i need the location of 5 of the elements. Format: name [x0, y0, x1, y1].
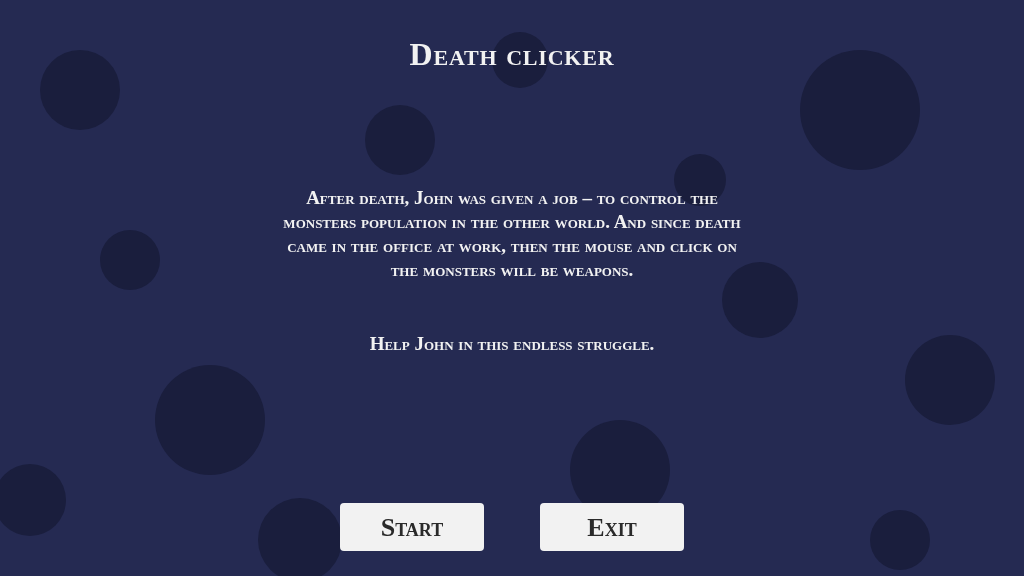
call-to-action-text: Help John in this endless struggle. — [369, 332, 655, 356]
start-button[interactable]: Start — [340, 503, 484, 551]
game-title: Death clicker — [409, 35, 615, 74]
exit-button[interactable]: Exit — [540, 503, 684, 551]
story-text: After death, John was given a job – to control the monsters population in the other world. And since death came in the office at work, then the mouse and click on the monsters will be weapons. — [282, 186, 742, 282]
